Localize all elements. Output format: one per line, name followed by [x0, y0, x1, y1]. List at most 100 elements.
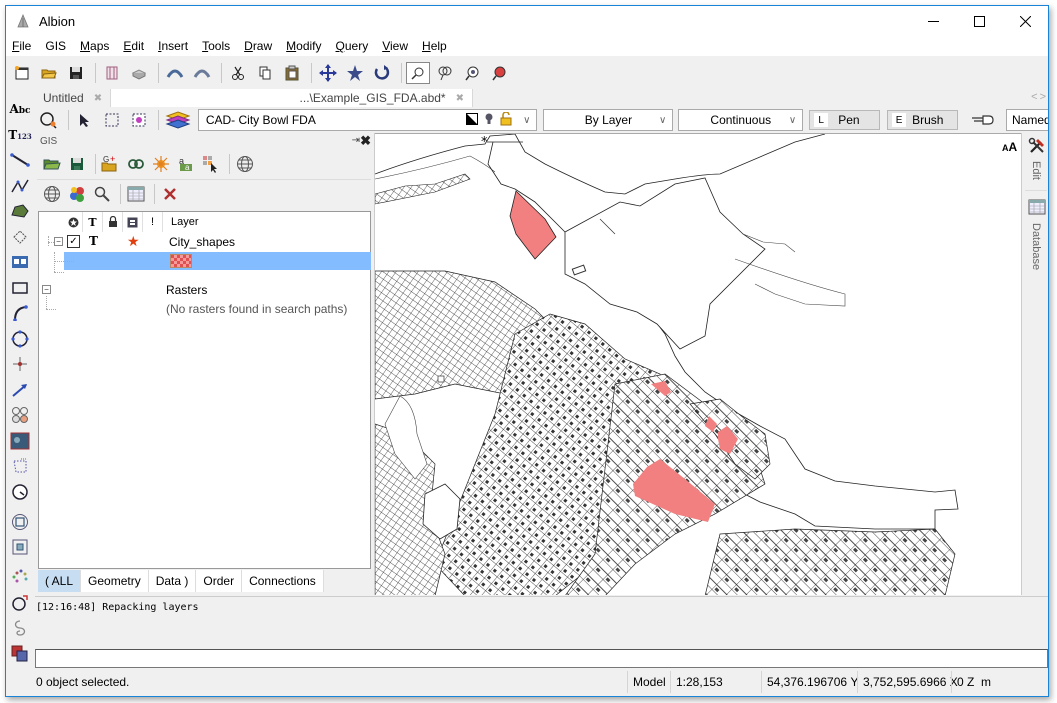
select-window-button[interactable]	[100, 109, 124, 131]
menu-help[interactable]: Help	[415, 39, 454, 53]
close-button[interactable]	[1002, 6, 1048, 36]
polygon-tool-button[interactable]	[8, 200, 32, 222]
menu-edit[interactable]: Edit	[116, 39, 151, 53]
current-layer-combo[interactable]: CAD- City Bowl FDA ∨	[197, 109, 538, 131]
line-tool-button[interactable]	[8, 149, 32, 171]
gis-select-features-button[interactable]	[200, 153, 222, 175]
font-size-toggle[interactable]: AA	[1002, 140, 1017, 154]
gis-add-layer-button[interactable]: G +	[100, 153, 122, 175]
polyline-tool-button[interactable]	[8, 175, 32, 197]
select-button[interactable]	[73, 109, 97, 131]
zoom-fit-button[interactable]	[8, 511, 32, 533]
rectangle-tool-button[interactable]	[8, 277, 32, 299]
numbered-text-button[interactable]: T123	[8, 124, 32, 146]
col-text[interactable]: T	[83, 212, 103, 232]
new-file-button[interactable]	[10, 62, 34, 84]
gis-search-button[interactable]	[91, 183, 113, 205]
gis-style-button[interactable]	[150, 153, 172, 175]
gis-globe-button[interactable]	[41, 183, 63, 205]
arc-tool-button[interactable]	[8, 302, 32, 324]
zoom-lasso-button[interactable]	[433, 62, 457, 84]
zoom-previous-button[interactable]	[487, 62, 511, 84]
save-button[interactable]	[64, 62, 88, 84]
database-button[interactable]	[1028, 199, 1046, 218]
page-setup-button[interactable]	[100, 62, 124, 84]
minimize-button[interactable]	[910, 6, 956, 36]
zoom-realtime-button[interactable]	[460, 62, 484, 84]
layer-visible-bulb-icon[interactable]	[484, 112, 494, 129]
gis-tab-connections[interactable]: Connections	[242, 570, 324, 592]
menu-draw[interactable]: Draw	[237, 39, 279, 53]
named-views-combo[interactable]: Named	[1006, 109, 1048, 131]
gis-open-button[interactable]	[41, 153, 63, 175]
dimension-tool-button[interactable]	[8, 481, 32, 503]
gis-tab-data[interactable]: Data )	[148, 570, 197, 592]
pin-icon[interactable]: ⇥	[352, 135, 360, 146]
rotate-tool-button[interactable]	[8, 592, 32, 614]
tab-prev-icon[interactable]: <	[1031, 91, 1037, 103]
col-style[interactable]	[64, 212, 83, 232]
collapse-toggle[interactable]: −	[42, 285, 51, 294]
image-tool-button[interactable]	[8, 430, 32, 452]
menu-maps[interactable]: Maps	[73, 39, 116, 53]
tab-close-icon[interactable]: ✖	[94, 93, 102, 104]
menu-file[interactable]: File	[6, 39, 38, 53]
symbol-tool-button[interactable]	[8, 404, 32, 426]
undo-button[interactable]	[163, 62, 187, 84]
layer-style-row-selected[interactable]	[64, 252, 371, 270]
edit-panel-tab[interactable]: Edit	[1030, 161, 1042, 180]
zoom-extents-button[interactable]	[343, 62, 367, 84]
scale-readout[interactable]: 1:28,153	[670, 671, 761, 693]
gis-connect-button[interactable]	[125, 153, 147, 175]
match-properties-button[interactable]	[968, 109, 998, 131]
zoom-shrink-button[interactable]	[8, 536, 32, 558]
maximize-button[interactable]	[956, 6, 1002, 36]
pan-button[interactable]	[316, 62, 340, 84]
layer-text-toggle[interactable]: T	[89, 234, 98, 248]
text-tool-button[interactable]: Abc	[8, 98, 32, 120]
chevron-down-icon[interactable]: ∨	[523, 115, 530, 126]
rotated-rect-button[interactable]	[8, 226, 32, 248]
tab-example-gis-fda[interactable]: ...\Example_GIS_FDA.abd* ✖	[111, 89, 473, 107]
edit-tools-button[interactable]	[1028, 137, 1046, 158]
menu-tools[interactable]: Tools	[195, 39, 237, 53]
command-input[interactable]	[35, 649, 1048, 668]
gis-coordinate-system-button[interactable]	[234, 153, 256, 175]
snap-button[interactable]	[37, 109, 61, 131]
cut-button[interactable]	[226, 62, 250, 84]
menu-insert[interactable]: Insert	[151, 39, 195, 53]
collapse-toggle[interactable]: −	[54, 237, 63, 246]
pen-button[interactable]: L Pen	[809, 110, 881, 130]
points-tool-button[interactable]	[8, 566, 32, 588]
rasters-row[interactable]: − Rasters	[39, 280, 370, 300]
map-canvas[interactable]: *	[375, 133, 1021, 595]
color-combo[interactable]: By Layer ∨	[543, 109, 674, 131]
brush-button[interactable]: E Brush	[887, 110, 959, 130]
panel-close-icon[interactable]: ✖	[360, 133, 371, 149]
print-button[interactable]	[127, 62, 151, 84]
select-object-button[interactable]	[127, 109, 151, 131]
layers-button[interactable]	[163, 109, 193, 131]
paste-button[interactable]	[280, 62, 304, 84]
layer-visibility-checkbox[interactable]: ✓	[67, 235, 80, 248]
circle-tool-button[interactable]	[8, 328, 32, 350]
gis-tab-all[interactable]: ( ALL	[38, 570, 82, 592]
model-space-toggle[interactable]: Model	[627, 671, 670, 693]
menu-view[interactable]: View	[375, 39, 415, 53]
menu-modify[interactable]: Modify	[279, 39, 328, 53]
spiral-tool-button[interactable]	[8, 617, 32, 639]
block-tool-button[interactable]	[8, 251, 32, 273]
tab-next-icon[interactable]: >	[1040, 91, 1046, 103]
gis-remove-button[interactable]	[159, 183, 181, 205]
zoom-window-button[interactable]	[406, 61, 430, 84]
redo-button[interactable]	[190, 62, 214, 84]
hatch-boundary-button[interactable]	[8, 455, 32, 477]
database-panel-tab[interactable]: Database	[1030, 223, 1042, 270]
layer-row-city-shapes[interactable]: − ✓ T ★ City_shapes	[39, 232, 370, 252]
regen-button[interactable]	[370, 62, 394, 84]
tab-untitled[interactable]: Untitled ✖	[35, 89, 111, 107]
gis-label-button[interactable]: aa	[175, 153, 197, 175]
col-lock[interactable]	[103, 212, 123, 232]
layer-style-star-icon[interactable]: ★	[127, 233, 140, 250]
layer-lock-icon[interactable]	[500, 111, 512, 129]
